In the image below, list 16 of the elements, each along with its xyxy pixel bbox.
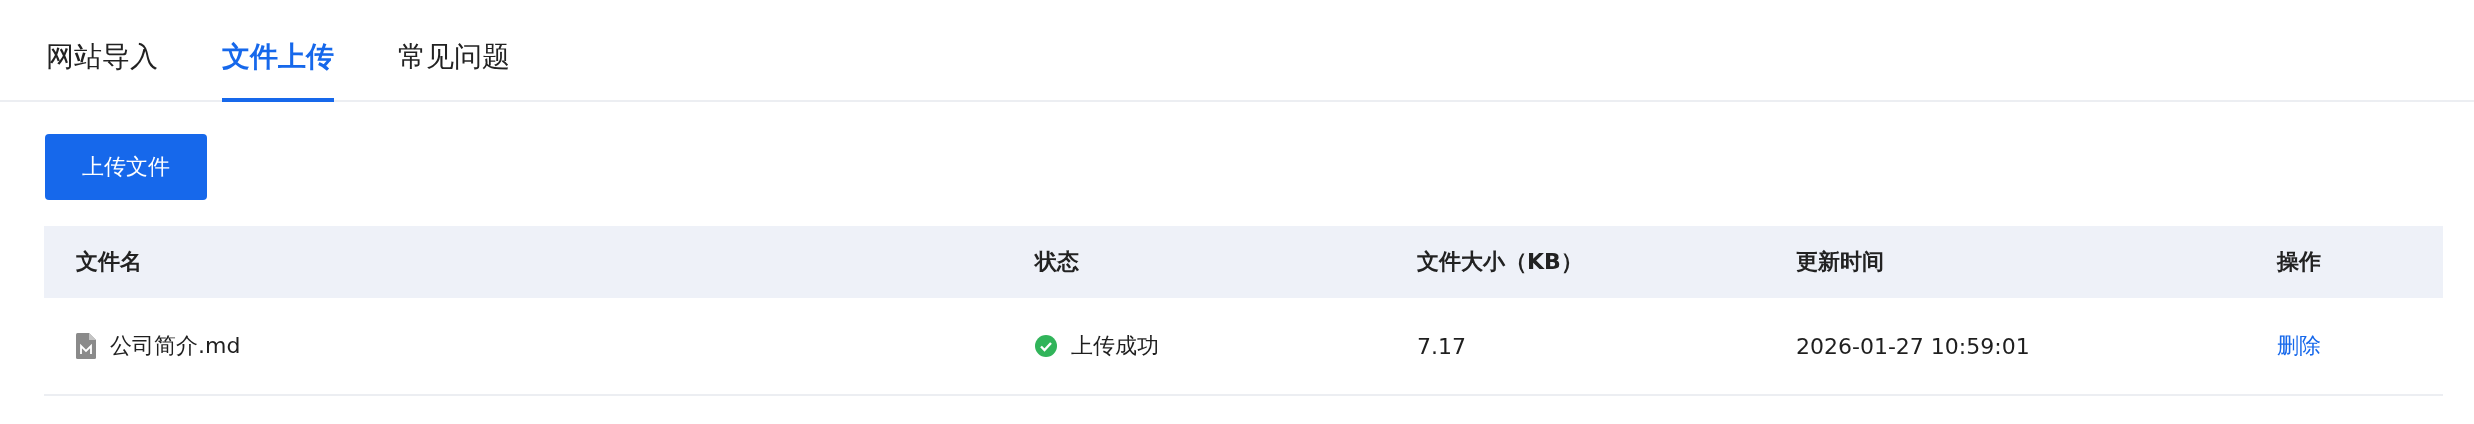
column-header: 文件大小（KB） bbox=[1417, 248, 1583, 276]
tab[interactable]: 文件上传 bbox=[222, 38, 334, 102]
document-icon bbox=[76, 333, 96, 359]
column-header: 状态 bbox=[1035, 248, 1079, 276]
update-time: 2026-01-27 10:59:01 bbox=[1796, 333, 2030, 359]
tab[interactable]: 网站导入 bbox=[46, 38, 158, 102]
column-header: 更新时间 bbox=[1796, 248, 1884, 276]
status-text: 上传成功 bbox=[1071, 332, 1159, 360]
column-header: 操作 bbox=[2277, 248, 2321, 276]
tab[interactable]: 常见问题 bbox=[398, 38, 510, 102]
column-header: 文件名 bbox=[76, 248, 142, 276]
file-name: 公司简介.md bbox=[110, 332, 241, 360]
upload-button[interactable]: 上传文件 bbox=[45, 134, 207, 200]
check-icon bbox=[1035, 335, 1057, 357]
delete-link[interactable]: 删除 bbox=[2277, 331, 2321, 361]
file-size: 7.17 bbox=[1417, 333, 1466, 359]
